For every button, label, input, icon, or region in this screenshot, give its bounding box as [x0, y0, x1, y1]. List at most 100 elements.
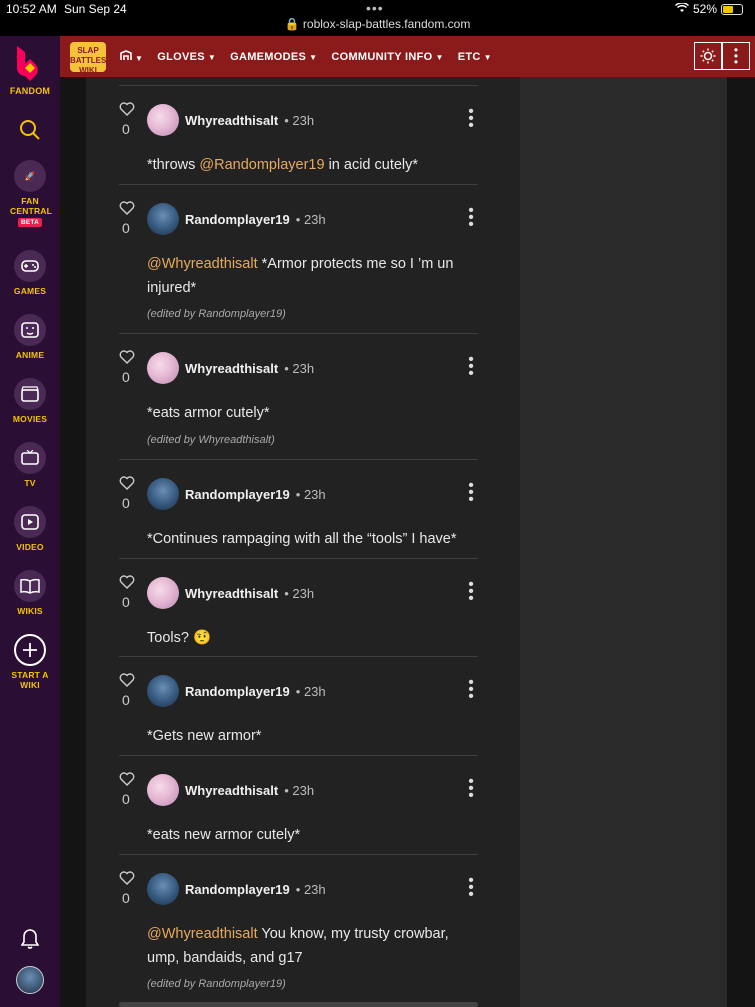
comment-options-icon[interactable]: • • • — [467, 774, 475, 804]
comment-author[interactable]: Randomplayer19 • 23h — [185, 487, 326, 502]
comment-author[interactable]: Randomplayer19 • 23h — [185, 882, 326, 897]
rail-item-video[interactable]: VIDEO — [0, 506, 60, 552]
comment-options-icon[interactable]: • • • — [467, 352, 475, 382]
comment-author[interactable]: Whyreadthisalt • 23h — [185, 113, 314, 128]
rail-item-games[interactable]: GAMES — [0, 250, 60, 296]
beta-badge: BETA — [17, 218, 42, 227]
notifications-button[interactable] — [0, 928, 60, 952]
avatar[interactable] — [147, 478, 179, 510]
nav-gamemodes[interactable]: GAMEMODES ▼ — [230, 51, 317, 63]
comment-author[interactable]: Randomplayer19 • 23h — [185, 212, 326, 227]
comment-text: *eats new armor cutely* — [147, 827, 301, 843]
rail-item-anime[interactable]: ANIME — [0, 314, 60, 360]
url-text: roblox-slap-battles.fandom.com — [302, 17, 471, 31]
address-bar[interactable]: 🔒 roblox-slap-battles.fandom.com — [0, 17, 755, 31]
chevron-down-icon: ▼ — [309, 52, 318, 62]
rail-label: GAMES — [13, 286, 47, 296]
avatar[interactable] — [147, 577, 179, 609]
explore-menu[interactable]: ▼ — [120, 49, 143, 64]
user-avatar-button[interactable] — [0, 966, 60, 998]
plus-icon — [14, 634, 46, 666]
rail-item-fan-central[interactable]: 🚀 FAN CENTRAL BETA — [0, 160, 60, 227]
right-rail — [520, 77, 727, 1007]
user-mention-link[interactable]: @Whyreadthisalt — [147, 256, 258, 272]
comment-text: Tools? 🤨 — [147, 630, 211, 646]
search-button[interactable] — [0, 118, 60, 144]
fandom-sidebar: FANDOM 🚀 FAN CENTRAL BETA GAMES ANIME MO… — [0, 36, 60, 1007]
comment-item: 0 Randomplayer19 • 23h • • • @Whyreadthisal… — [119, 854, 478, 1002]
rail-label: WIKIS — [17, 606, 43, 616]
like-heart-icon[interactable] — [119, 673, 135, 690]
avatar[interactable] — [147, 104, 179, 136]
user-mention-link[interactable]: @Whyreadthisalt — [147, 926, 258, 942]
nav-community-info[interactable]: COMMUNITY INFO ▼ — [331, 51, 443, 63]
fandom-brand-label: FANDOM — [9, 86, 51, 96]
search-icon — [20, 120, 40, 140]
rail-item-movies[interactable]: MOVIES — [0, 378, 60, 424]
like-heart-icon[interactable] — [119, 871, 135, 888]
like-count: 0 — [122, 495, 130, 511]
rocket-icon: 🚀 — [14, 160, 46, 192]
rail-label: START A WIKI — [11, 670, 49, 690]
comment-text: @Whyreadthisalt *Armor protects me so I … — [147, 256, 454, 296]
comment-item: 0 Randomplayer19 • 23h • • • *Continues ram… — [119, 459, 478, 558]
comment-author[interactable]: Randomplayer19 • 23h — [185, 684, 326, 699]
comment-text: *Gets new armor* — [147, 728, 262, 744]
comment-options-icon[interactable]: • • • — [467, 104, 475, 134]
rail-label: VIDEO — [16, 542, 44, 552]
nav-etc[interactable]: ETC ▼ — [458, 51, 492, 63]
chevron-down-icon: ▼ — [207, 52, 217, 62]
more-dots-icon[interactable]: ••• — [366, 0, 384, 16]
comment-options-icon[interactable]: • • • — [467, 675, 475, 705]
comment-author[interactable]: Whyreadthisalt • 23h — [185, 586, 314, 601]
comment-item: 0 Whyreadthisalt • 23h • • • Tools? 🤨 — [119, 558, 478, 656]
avatar[interactable] — [147, 774, 179, 806]
more-options-button[interactable]: • • • — [722, 42, 750, 70]
edited-note: (edited by Whyreadthisalt) — [147, 434, 275, 446]
theme-toggle-button[interactable] — [694, 42, 722, 70]
edited-note: (edited by Randomplayer19) — [147, 308, 286, 320]
play-icon — [14, 506, 46, 538]
battery-icon — [721, 3, 743, 15]
like-heart-icon[interactable] — [119, 102, 135, 119]
battery-percent: 52% — [692, 2, 717, 16]
comment-text: *eats armor cutely* — [147, 405, 270, 421]
fandom-logo[interactable]: FANDOM — [0, 42, 60, 96]
rail-item-tv[interactable]: TV — [0, 442, 60, 488]
chevron-down-icon: ▼ — [483, 52, 492, 62]
kebab-icon: • • • — [733, 43, 739, 69]
comment-options-icon[interactable]: • • • — [467, 478, 475, 508]
comment-author[interactable]: Whyreadthisalt • 23h — [185, 361, 314, 376]
comment-timestamp: • 23h — [295, 684, 326, 699]
like-heart-icon[interactable] — [119, 350, 135, 367]
horizontal-scrollbar[interactable] — [119, 1002, 478, 1007]
comment-item: 0 Whyreadthisalt • 23h • • • *eats armor cu… — [119, 333, 478, 459]
like-heart-icon[interactable] — [119, 201, 135, 218]
rail-item-wikis[interactable]: WIKIS — [0, 570, 60, 616]
comment-timestamp: • 23h — [295, 487, 326, 502]
comment-options-icon[interactable]: • • • — [467, 577, 475, 607]
comment-author[interactable]: Whyreadthisalt • 23h — [185, 783, 314, 798]
rail-item-start-wiki[interactable]: START A WIKI — [0, 634, 60, 690]
avatar[interactable] — [147, 352, 179, 384]
user-mention-link[interactable]: @Randomplayer19 — [199, 157, 324, 173]
avatar[interactable] — [147, 873, 179, 905]
like-heart-icon[interactable] — [119, 476, 135, 493]
avatar[interactable] — [147, 675, 179, 707]
comment-options-icon[interactable]: • • • — [467, 203, 475, 233]
status-time: 10:52 AM — [6, 2, 57, 16]
comment-item: 0 Randomplayer19 • 23h • • • @Whyreadthisal… — [119, 184, 478, 333]
comment-item: 0 Randomplayer19 • 23h • • • *Gets new armo… — [119, 656, 478, 755]
comment-timestamp: • 23h — [295, 882, 326, 897]
like-heart-icon[interactable] — [119, 772, 135, 789]
comment-text: *Continues rampaging with all the “tools… — [147, 531, 457, 547]
comment-options-icon[interactable]: • • • — [467, 873, 475, 903]
comment-item: 0 Whyreadthisalt • 23h • • • *throws @Rando… — [119, 85, 478, 184]
chevron-down-icon: ▼ — [435, 52, 444, 62]
avatar[interactable] — [147, 203, 179, 235]
status-right: 52% — [674, 2, 743, 16]
avatar — [16, 966, 44, 994]
wiki-logo[interactable]: SLAP BATTLES WIKI — [70, 41, 106, 75]
nav-gloves[interactable]: GLOVES ▼ — [157, 51, 216, 63]
like-heart-icon[interactable] — [119, 575, 135, 592]
